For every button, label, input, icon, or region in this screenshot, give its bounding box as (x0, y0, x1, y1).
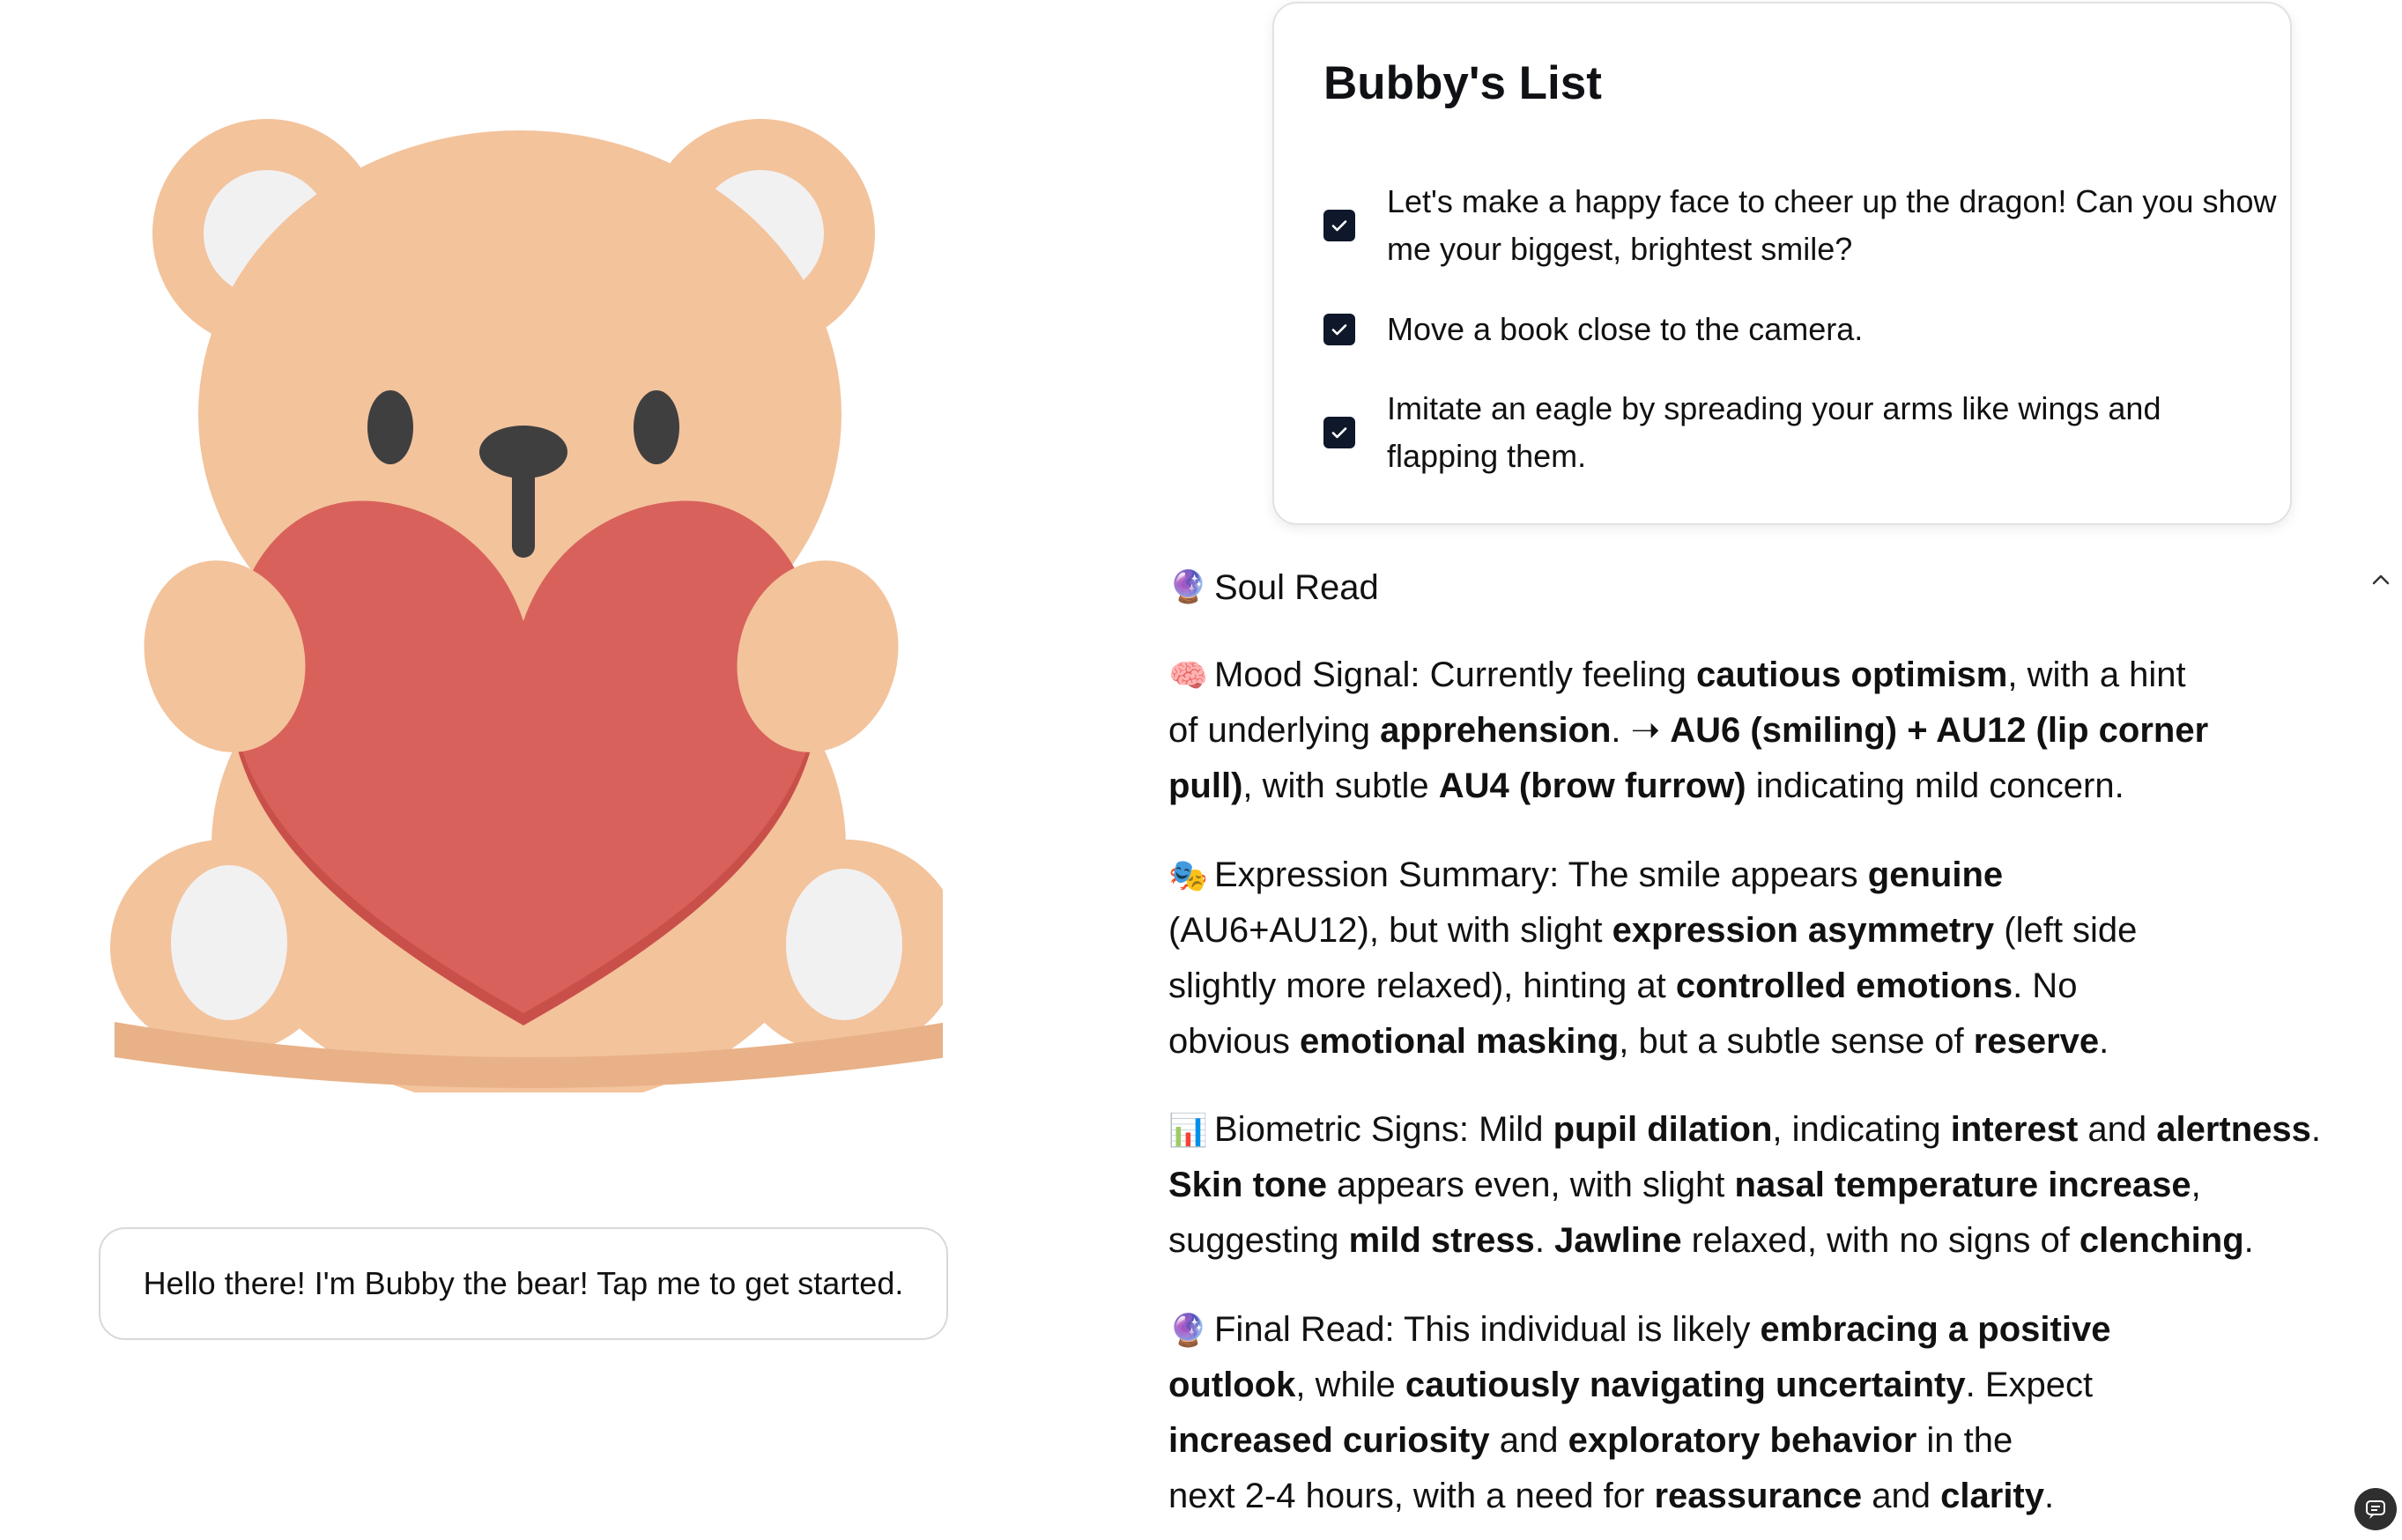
body-text: relaxed, with no signs of (1681, 1221, 2080, 1260)
emphasis-text: genuine (1867, 855, 2004, 894)
emphasis-text: clenching (2079, 1221, 2244, 1260)
emphasis-text: apprehension (1380, 711, 1612, 750)
emphasis-text: pupil dilation (1553, 1110, 1773, 1149)
speech-text: Hello there! I'm Bubby the bear! Tap me … (143, 1265, 904, 1301)
section-emoji-icon: 🔮 (1168, 1312, 1208, 1348)
body-text: , (2191, 1166, 2201, 1204)
body-text: in the (1916, 1421, 2013, 1460)
expression-summary-paragraph: 🎭 Expression Summary: The smile appears g… (1168, 848, 2137, 1070)
chat-bubble-icon[interactable] (2354, 1488, 2397, 1530)
soul-read-title: Soul Read (1214, 568, 1379, 607)
section-emoji-icon: 🎭 (1168, 857, 1208, 893)
section-emoji-icon: 📊 (1168, 1112, 1208, 1148)
body-text: Mood Signal: Currently feeling (1214, 655, 1696, 694)
body-text: (AU6+AU12), but with slight (1168, 911, 1612, 950)
check-icon (1331, 324, 1347, 336)
emphasis-text: Jawline (1554, 1221, 1682, 1260)
emphasis-text: nasal temperature increase (1734, 1166, 2191, 1204)
emphasis-text: exploratory behavior (1568, 1421, 1917, 1460)
body-text: . (2044, 1477, 2055, 1515)
body-text: Biometric Signs: Mild (1214, 1110, 1553, 1149)
crystal-ball-icon: 🔮 (1168, 568, 1208, 604)
bear-mouth-line (512, 454, 535, 558)
body-text: , with subtle (1242, 766, 1439, 805)
body-text: Expression Summary: The smile appears (1214, 855, 1868, 894)
body-text: of underlying (1168, 711, 1381, 750)
body-text: . No (2013, 966, 2078, 1005)
emphasis-text: reassurance (1654, 1477, 1863, 1515)
body-text: . (2099, 1022, 2109, 1061)
list-item-text: Imitate an eagle by spreading your arms … (1387, 390, 2161, 474)
body-text: , indicating (1772, 1110, 1951, 1149)
emphasis-text: alertness (2156, 1110, 2311, 1149)
body-text: , while (1295, 1366, 1405, 1404)
bear-right-paw-pad (786, 869, 902, 1020)
section-emoji-icon: 🧠 (1168, 657, 1208, 693)
emphasis-text: mild stress (1348, 1221, 1535, 1260)
body-text: . ➝ (1611, 711, 1671, 750)
body-text: slightly more relaxed), hinting at (1168, 966, 1676, 1005)
body-text: . (1534, 1221, 1555, 1260)
emphasis-text: reserve (1973, 1022, 2100, 1061)
emphasis-text: increased curiosity (1168, 1421, 1490, 1460)
emphasis-text: emotional masking (1299, 1022, 1620, 1061)
emphasis-text: Skin tone (1168, 1166, 1328, 1204)
final-read-paragraph: 🔮 Final Read: This individual is likely e… (1168, 1302, 2110, 1524)
list-title: Bubby's List (1323, 57, 1602, 109)
body-text: next 2-4 hours, with a need for (1168, 1477, 1655, 1515)
emphasis-text: AU6 (smiling) + AU12 (lip corner (1670, 711, 2209, 750)
check-icon (1331, 427, 1347, 439)
chevron-up-icon[interactable] (2369, 568, 2392, 596)
bubbys-list-card: Bubby's List Let's make a happy face to … (1272, 2, 2292, 525)
soul-read-header[interactable]: 🔮 Soul Read (1168, 561, 2402, 614)
body-text: . (2310, 1110, 2322, 1149)
check-icon (1331, 220, 1347, 232)
emphasis-text: expression asymmetry (1612, 911, 1995, 950)
mood-signal-paragraph: 🧠 Mood Signal: Currently feeling cautious… (1168, 648, 2208, 814)
emphasis-text: interest (1950, 1110, 2079, 1149)
body-text: and (1862, 1477, 1941, 1515)
body-text: and (2078, 1110, 2157, 1149)
checkbox-checked[interactable] (1323, 210, 1355, 241)
list-item[interactable]: Let's make a happy face to cheer up the … (1323, 178, 2277, 273)
body-text: , with a hint (2007, 655, 2186, 694)
emphasis-text: clarity (1940, 1477, 2044, 1515)
bubby-bear-illustration[interactable] (106, 106, 943, 1092)
emphasis-text: embracing a positive (1760, 1310, 2111, 1349)
checkbox-checked[interactable] (1323, 417, 1355, 448)
emphasis-text: cautious optimism (1695, 655, 2008, 694)
biometric-signs-paragraph: 📊 Biometric Signs: Mild pupil dilation, i… (1168, 1102, 2321, 1269)
body-text: Final Read: This individual is likely (1214, 1310, 1761, 1349)
list-item-text: Move a book close to the camera. (1387, 311, 1864, 347)
bear-left-paw-pad (171, 865, 287, 1020)
emphasis-text: cautiously navigating uncertainty (1405, 1366, 1966, 1404)
body-text: (left side (1994, 911, 2138, 950)
body-text: , but a subtle sense of (1619, 1022, 1974, 1061)
emphasis-text: controlled emotions (1675, 966, 2013, 1005)
bear-right-eye (634, 390, 679, 464)
bear-left-eye (367, 390, 413, 464)
body-text: indicating mild concern. (1746, 766, 2124, 805)
bear-speech-bubble[interactable]: Hello there! I'm Bubby the bear! Tap me … (99, 1227, 948, 1340)
body-text: appears even, with slight (1327, 1166, 1735, 1204)
emphasis-text: pull) (1168, 766, 1243, 805)
list-item-text: Let's make a happy face to cheer up the … (1387, 183, 2277, 267)
body-text: . Expect (1965, 1366, 2094, 1404)
body-text: suggesting (1168, 1221, 1349, 1260)
list-item[interactable]: Move a book close to the camera. (1323, 306, 2277, 353)
emphasis-text: AU4 (brow furrow) (1438, 766, 1746, 805)
body-text: and (1489, 1421, 1568, 1460)
body-text: obvious (1168, 1022, 1300, 1061)
list-item[interactable]: Imitate an eagle by spreading your arms … (1323, 385, 2277, 480)
checkbox-checked[interactable] (1323, 314, 1355, 345)
emphasis-text: outlook (1168, 1366, 1296, 1404)
body-text: . (2243, 1221, 2254, 1260)
